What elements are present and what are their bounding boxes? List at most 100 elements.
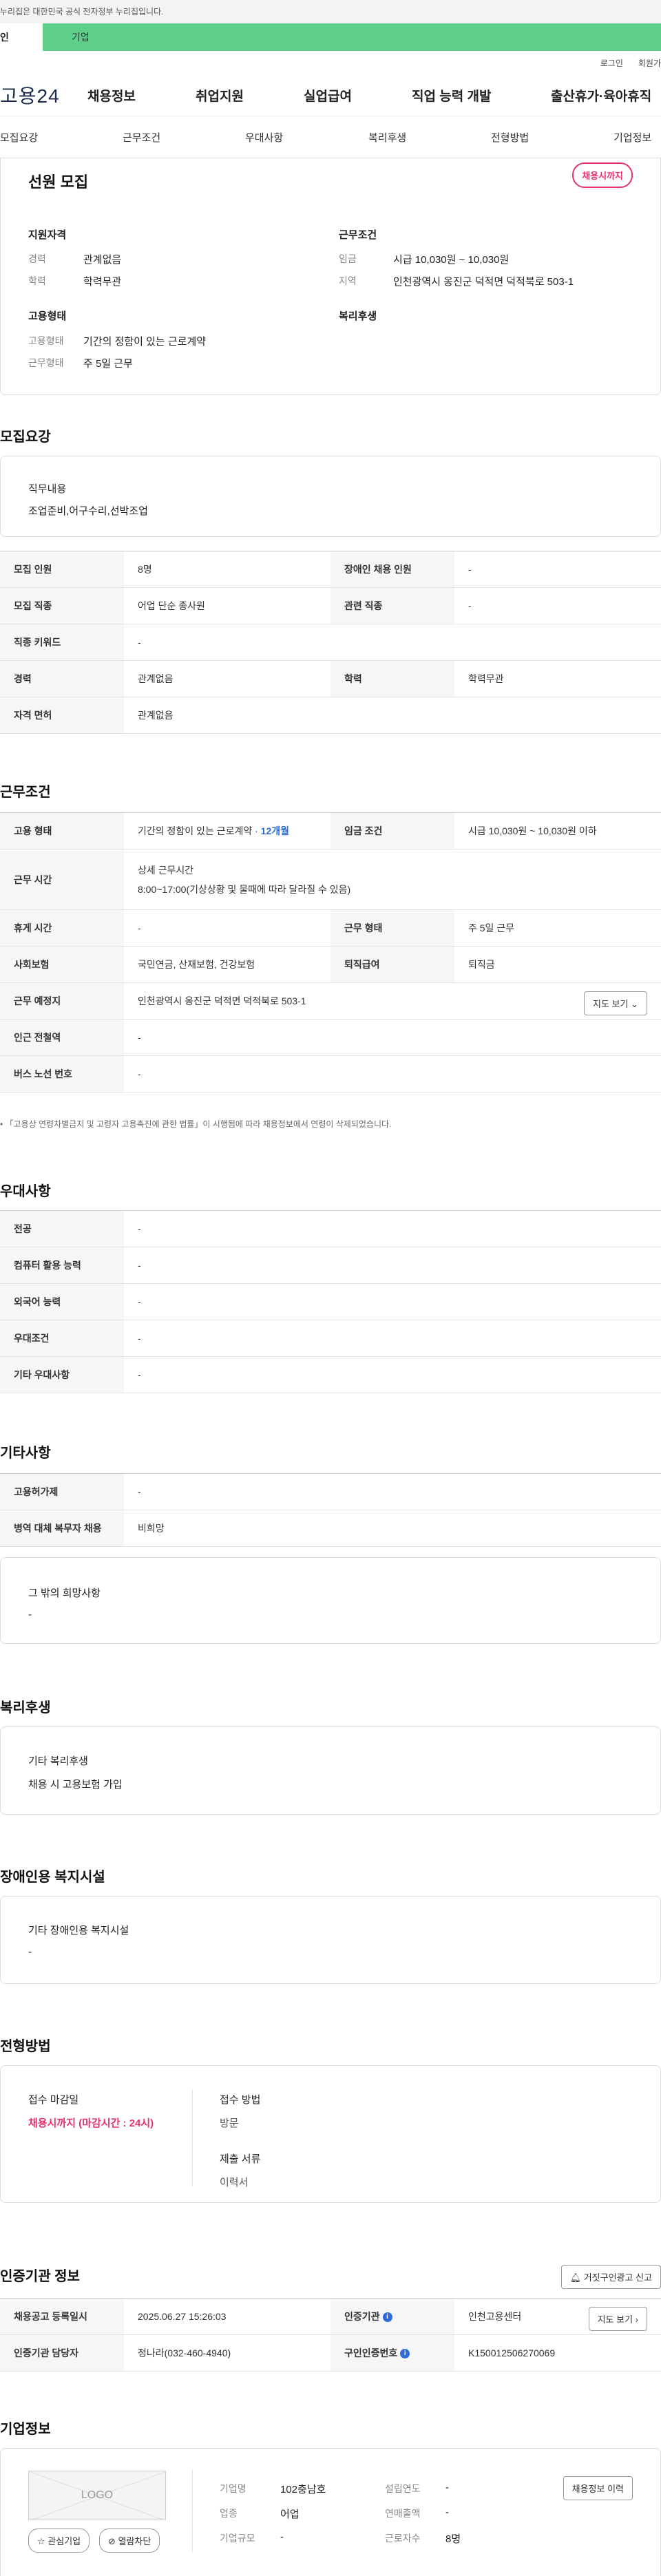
- row-label: 외국어 능력: [0, 1283, 124, 1320]
- global-nav: 고용24 채용정보 취업지원 실업급여 직업 능력 개발 출산휴가·육아휴직: [0, 74, 661, 116]
- info-icon[interactable]: i: [400, 2349, 410, 2359]
- brand-logo[interactable]: 고용24: [0, 81, 60, 109]
- row-label: 장애인 채용 인원: [330, 551, 454, 588]
- table-row: 고용허가제 -: [0, 1473, 661, 1510]
- subnav-welfare[interactable]: 복리후생: [368, 130, 406, 145]
- gnb-unemployment-benefit[interactable]: 실업급여: [304, 86, 352, 105]
- row-value: -: [124, 909, 330, 947]
- table-row: 휴게 시간 - 근무 형태 주 5일 근무: [0, 909, 661, 947]
- row-value: 퇴직금: [454, 946, 661, 983]
- logo-text: LOGO: [81, 2489, 114, 2501]
- size-label: 기업규모: [220, 2533, 255, 2544]
- founded-label: 설립연도: [385, 2483, 421, 2494]
- row-label: 근무 예정지: [0, 982, 124, 1020]
- facility-section-title: 장애인용 복지시설: [0, 1870, 105, 1885]
- row-value: -: [124, 1055, 661, 1092]
- docs-value: 이력서: [220, 2177, 249, 2188]
- hours-value: 8:00~17:00(기상상황 및 물때에 따라 달라질 수 있음): [138, 883, 351, 895]
- job-history-button[interactable]: 채용정보 이력: [563, 2476, 633, 2500]
- subnav-conditions[interactable]: 근무조건: [123, 130, 160, 145]
- duty-value: 조업준비,어구수리,선박조업: [28, 505, 148, 517]
- revenue-value: -: [445, 2506, 449, 2518]
- recruit-section-title: 모집요강: [0, 430, 51, 445]
- duty-box: 직무내용 조업준비,어구수리,선박조업: [0, 456, 661, 537]
- gnb-jobs[interactable]: 채용정보: [87, 86, 136, 105]
- utility-menu: 로그인 회원가: [0, 51, 661, 74]
- table-row: 인근 전철역 -: [0, 1019, 661, 1056]
- row-value: 2025.06.27 15:26:03: [124, 2298, 330, 2335]
- block-view-button[interactable]: ⊘ 열람차단: [99, 2529, 160, 2553]
- education-value: 학력무관: [83, 276, 122, 288]
- row-value: -: [124, 1019, 661, 1056]
- row-value: 8명: [124, 551, 330, 588]
- career-label: 경력: [28, 253, 46, 264]
- row-value: 관계없음: [124, 660, 330, 697]
- report-fake-ad-button[interactable]: 🔔︎ 거짓구인광고 신고: [560, 2265, 661, 2289]
- row-label: 직종 키워드: [0, 624, 124, 661]
- tab-company[interactable]: 기업: [43, 23, 139, 51]
- subnav-prefs[interactable]: 우대사항: [245, 130, 283, 145]
- row-label: 자격 면허: [0, 697, 124, 734]
- row-label: 고용 형태: [0, 812, 124, 849]
- welfare-section-title: 복리후생: [0, 1700, 51, 1715]
- table-row: 근무 예정지 인천광역시 옹진군 덕적면 덕적북로 503-1 지도 보기 ⌄: [0, 982, 661, 1020]
- industry-label: 업종: [220, 2508, 238, 2519]
- career-value: 관계없음: [83, 254, 122, 266]
- company-box: LOGO ☆ 관심기업 ⊘ 열람차단 기업명 102충남호 업종 어업 기업규모…: [0, 2448, 661, 2576]
- work-shift-value: 주 5일 근무: [83, 358, 133, 370]
- table-row: 사회보험 국민연금, 산재보험, 건강보험 퇴직급여 퇴직금: [0, 946, 661, 983]
- employees-value: 8명: [445, 2533, 461, 2545]
- job-title: 선원 모집: [28, 173, 89, 191]
- block-icon: ⊘: [108, 2536, 118, 2546]
- revenue-label: 연매출액: [385, 2508, 421, 2519]
- prefs-section-title: 우대사항: [0, 1184, 51, 1199]
- row-label: 경력: [0, 660, 124, 697]
- table-row: 직종 키워드 -: [0, 624, 661, 661]
- recruit-table: 모집 인원 8명 장애인 채용 인원 - 모집 직종 어업 단순 종사원 관련 …: [0, 551, 661, 734]
- agency-map-label: 지도 보기: [597, 2314, 633, 2325]
- row-value: 국민연금, 산재보험, 건강보험: [124, 946, 330, 983]
- table-row: 외국어 능력 -: [0, 1283, 661, 1320]
- agency-map-button[interactable]: 지도 보기 ›: [588, 2307, 647, 2331]
- company-logo-placeholder: LOGO: [28, 2471, 166, 2520]
- age-notice: • 「고용상 연령차별금지 및 고령자 고용촉진에 관한 법률」이 시행됨에 따…: [0, 1118, 391, 1130]
- employment-type-heading: 고용형태: [28, 310, 67, 322]
- emp-type-text: 기간의 정함이 있는 근로계약 ·: [138, 825, 261, 836]
- row-label: 병역 대체 복무자 채용: [0, 1510, 124, 1547]
- welfare-value: 채용 시 고용보험 가입: [28, 1779, 123, 1791]
- row-value: -: [124, 1320, 661, 1357]
- row-label: 퇴직급여: [330, 946, 454, 983]
- row-value: -: [454, 551, 661, 588]
- row-label: 전공: [0, 1210, 124, 1247]
- tab-individual[interactable]: 인: [0, 23, 43, 51]
- subnav-process[interactable]: 전형방법: [491, 130, 529, 145]
- subnav-recruit[interactable]: 모집요강: [0, 130, 38, 145]
- table-row: 경력 관계없음 학력 학력무관: [0, 660, 661, 697]
- subnav-company[interactable]: 기업정보: [613, 130, 651, 145]
- favorite-company-button[interactable]: ☆ 관심기업: [28, 2529, 90, 2553]
- user-type-tabs: 인 기업: [0, 23, 661, 51]
- login-link[interactable]: 로그인: [600, 57, 623, 69]
- table-row: 병역 대체 복무자 채용 비희망: [0, 1510, 661, 1547]
- conditions-section-title: 근무조건: [0, 785, 51, 800]
- table-row: 기타 우대사항 -: [0, 1356, 661, 1393]
- signup-link[interactable]: 회원가: [638, 57, 661, 69]
- facility-value: -: [28, 1946, 32, 1958]
- gnb-maternity-leave[interactable]: 출산휴가·육아휴직: [551, 86, 651, 105]
- wish-label: 그 밖의 희망사항: [28, 1587, 101, 1599]
- row-value: 인천광역시 옹진군 덕적면 덕적북로 503-1 지도 보기 ⌄: [124, 982, 661, 1020]
- map-view-button[interactable]: 지도 보기 ⌄: [584, 991, 647, 1015]
- work-shift-label: 근무형태: [28, 357, 64, 368]
- chevron-right-icon: ›: [635, 2314, 638, 2325]
- conditions-heading: 근무조건: [339, 229, 377, 241]
- welfare-heading: 복리후생: [339, 310, 377, 322]
- table-row: 컴퓨터 활용 능력 -: [0, 1247, 661, 1284]
- company-section-title: 기업정보: [0, 2422, 51, 2437]
- info-icon[interactable]: i: [382, 2312, 392, 2323]
- row-label: 모집 직종: [0, 587, 124, 624]
- row-value: 관계없음: [124, 697, 661, 734]
- table-row: 전공 -: [0, 1210, 661, 1247]
- gnb-employment-support[interactable]: 취업지원: [196, 86, 244, 105]
- row-label: 인증기관 i: [330, 2298, 454, 2335]
- gnb-vocational-training[interactable]: 직업 능력 개발: [412, 86, 491, 105]
